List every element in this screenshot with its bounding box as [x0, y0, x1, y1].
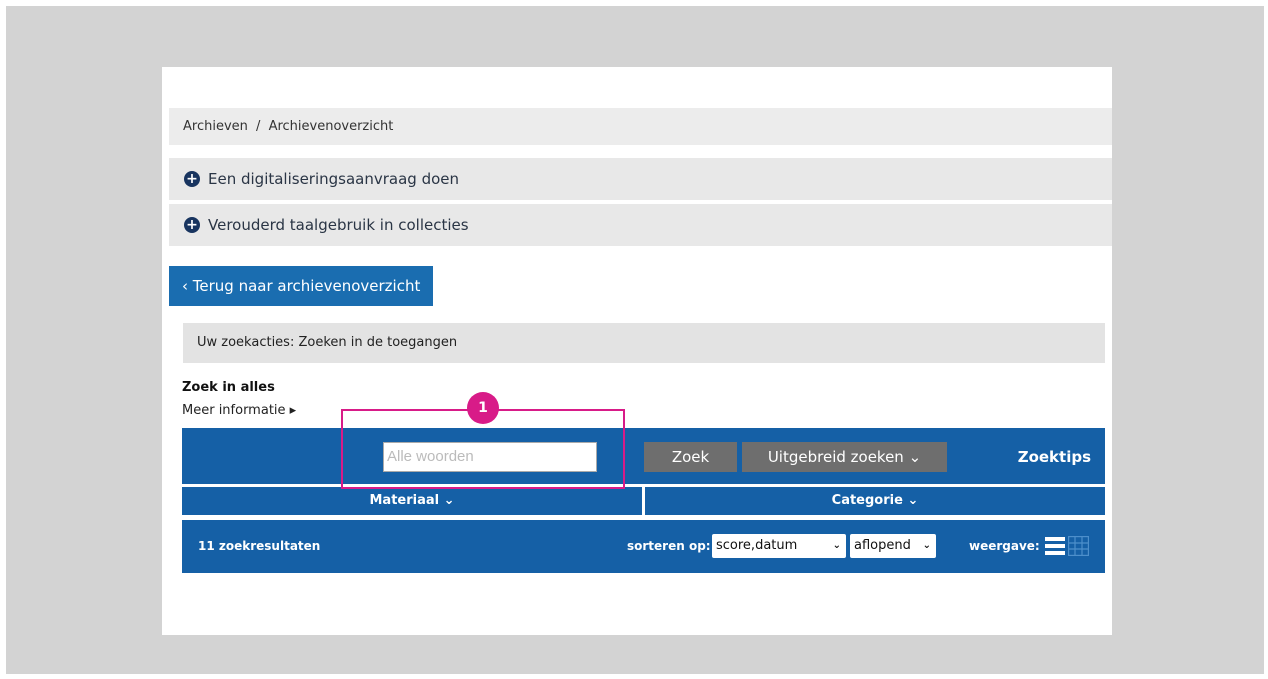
back-button-label: Terug naar archievenoverzicht — [192, 277, 421, 295]
search-actions-bar: Uw zoekacties: Zoeken in de toegangen — [183, 323, 1105, 363]
search-button[interactable]: Zoek — [644, 442, 737, 472]
sort-select[interactable]: score,datum ⌄ — [712, 534, 846, 558]
breadcrumb: Archieven / Archievenoverzicht — [169, 108, 1112, 145]
grid-view-icon[interactable] — [1068, 536, 1089, 556]
page-panel: Archieven / Archievenoverzicht + Een dig… — [162, 67, 1112, 635]
screenshot-frame: Archieven / Archievenoverzicht + Een dig… — [6, 6, 1264, 674]
back-to-overview-button[interactable]: ‹ Terug naar archievenoverzicht — [169, 266, 433, 306]
accordion-label: Een digitaliseringsaanvraag doen — [208, 170, 460, 188]
search-bar: Alle woorden Zoek Uitgebreid zoeken ⌄ Zo… — [182, 428, 1105, 484]
order-select[interactable]: aflopend ⌄ — [850, 534, 936, 558]
list-view-icon[interactable] — [1045, 537, 1065, 555]
sort-select-value: score,datum — [716, 538, 798, 553]
accordion-label: Verouderd taalgebruik in collecties — [208, 216, 469, 234]
breadcrumb-separator: / — [256, 119, 261, 134]
more-info-link[interactable]: Meer informatie ▸ — [182, 403, 296, 418]
accordion-taalgebruik[interactable]: + Verouderd taalgebruik in collecties — [169, 204, 1112, 248]
breadcrumb-item-archieven[interactable]: Archieven — [183, 119, 248, 134]
advanced-search-button[interactable]: Uitgebreid zoeken ⌄ — [742, 442, 947, 472]
view-label: weergave: — [969, 539, 1040, 553]
annotation-badge: 1 — [467, 392, 499, 424]
breadcrumb-item-archievenoverzicht: Archievenoverzicht — [268, 119, 394, 134]
filter-materiaal[interactable]: Materiaal ⌄ — [182, 487, 642, 515]
results-bar: 11 zoekresultaten sorteren op: score,dat… — [182, 520, 1105, 573]
order-select-value: aflopend — [854, 538, 911, 553]
plus-circle-icon: + — [184, 217, 200, 233]
results-count: 11 zoekresultaten — [198, 539, 321, 553]
sort-label: sorteren op: — [627, 539, 711, 553]
accordion-digitalisering[interactable]: + Een digitaliseringsaanvraag doen — [169, 158, 1112, 202]
chevron-down-icon: ⌄ — [922, 540, 931, 551]
chevron-down-icon: ⌄ — [832, 540, 841, 551]
chevron-left-icon: ‹ — [182, 277, 188, 295]
search-tips-link[interactable]: Zoektips — [1018, 442, 1091, 472]
plus-circle-icon: + — [184, 171, 200, 187]
filter-categorie[interactable]: Categorie ⌄ — [645, 487, 1105, 515]
search-heading: Zoek in alles — [182, 380, 275, 395]
